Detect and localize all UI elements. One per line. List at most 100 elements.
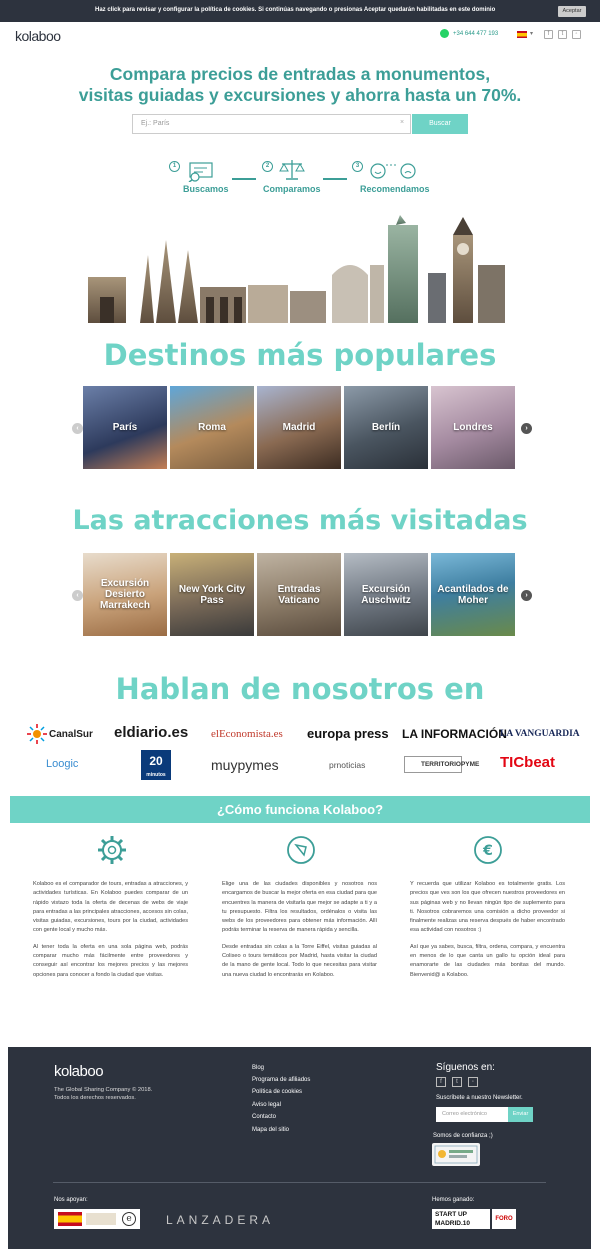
how-column-3: Y recuerda que utilizar Kolaboo es total… — [410, 880, 565, 987]
carousel-prev-button[interactable]: ‹ — [72, 590, 83, 601]
cookie-text: Haz click para revisar y configurar la p… — [95, 7, 496, 13]
how-column-1: Kolaboo es el comparador de tours, entra… — [33, 880, 188, 987]
phone-number: +34 644 477 193 — [453, 30, 499, 37]
site-logo[interactable]: kolaboo — [15, 28, 61, 44]
canalsur-logo-icon — [27, 724, 47, 744]
attraction-label: Excursión Auschwitz — [361, 583, 411, 606]
footer-copyright: The Global Sharing Company © 2018. Todos… — [54, 1086, 184, 1102]
destination-label: París — [112, 422, 138, 433]
footer-link-legal[interactable]: Aviso legal — [252, 1102, 281, 1108]
hero-title-line1: Compara precios de entradas a monumentos… — [109, 64, 491, 84]
search-button[interactable]: Buscar — [412, 114, 468, 134]
twitter-icon[interactable]: t — [558, 30, 567, 39]
trust-seal-icon[interactable] — [432, 1143, 480, 1166]
attractions-title: Las atracciones más visitadas — [72, 505, 528, 536]
press-logo-ticbeat: TICbeat — [500, 754, 556, 771]
step-label: Buscamos — [183, 184, 229, 194]
svg-text:€: € — [482, 843, 493, 859]
step-number: 1 — [169, 161, 180, 172]
attraction-card-vaticano[interactable]: Entradas Vaticano — [257, 553, 341, 636]
destination-label: Londres — [453, 422, 493, 433]
attraction-label: New York City Pass — [178, 583, 246, 606]
footer-link-cookies[interactable]: Política de cookies — [252, 1089, 302, 1095]
recommend-icon — [370, 163, 416, 179]
press-logo-20minutos-sub: minutos — [146, 772, 166, 778]
euro-icon: € — [474, 836, 502, 864]
how-it-works-banner: ¿Cómo funciona Kolaboo? — [10, 796, 590, 823]
awards-label: Hemos ganado: — [432, 1197, 475, 1203]
carousel-prev-button[interactable]: ‹ — [72, 423, 83, 434]
facebook-icon[interactable]: f — [436, 1077, 446, 1087]
press-logo-muypymes: muypymes — [211, 757, 279, 773]
foro-logo: FORO — [492, 1209, 516, 1229]
footer-link-blog[interactable]: Blog — [252, 1065, 264, 1071]
press-logo-europapress: europa press — [307, 726, 389, 741]
destination-card-londres[interactable]: Londres — [431, 386, 515, 469]
destination-card-roma[interactable]: Roma — [170, 386, 254, 469]
language-caret-icon[interactable]: ▾ — [530, 30, 533, 37]
lanzadera-logo: LANZADERA — [166, 1213, 275, 1227]
scales-icon — [279, 160, 305, 180]
step-label: Recomendamos — [360, 184, 430, 194]
startup-madrid-logo: START UP MADRID.10 — [432, 1209, 490, 1229]
facebook-icon[interactable]: f — [544, 30, 553, 39]
destinations-title: Destinos más populares — [103, 338, 497, 372]
step-number: 2 — [262, 161, 273, 172]
how-column-2: Elige una de las ciudades disponibles y … — [222, 880, 377, 987]
whatsapp-icon — [440, 29, 449, 38]
footer-copyright-line2: Todos los derechos reservados. — [54, 1095, 136, 1101]
attraction-card-moher[interactable]: Acantilados de Moher — [431, 553, 515, 636]
step-number: 3 — [352, 161, 363, 172]
search-doc-icon — [188, 162, 213, 182]
hero-title: Compara precios de entradas a monumentos… — [0, 64, 600, 106]
attraction-label: Entradas Vaticano — [277, 583, 321, 606]
attraction-card-auschwitz[interactable]: Excursión Auschwitz — [344, 553, 428, 636]
footer-logo[interactable]: kolaboo — [54, 1063, 104, 1080]
compass-icon — [287, 836, 315, 864]
instagram-icon[interactable]: ◦ — [572, 30, 581, 39]
attraction-label: Excursión Desierto Marrakech — [99, 578, 151, 611]
destination-card-madrid[interactable]: Madrid — [257, 386, 341, 469]
follow-us-heading: Síguenos en: — [436, 1062, 495, 1073]
footer-link-sitemap[interactable]: Mapa del sitio — [252, 1127, 289, 1133]
press-logo-lainformacion: LA INFORMACIÓN — [402, 727, 507, 741]
hero-title-line2: visitas guiadas y excursiones y ahorra h… — [78, 85, 522, 105]
destination-card-berlin[interactable]: Berlín — [344, 386, 428, 469]
press-logo-eleconomista: elEconomista.es — [211, 728, 283, 740]
footer-divider — [53, 1182, 546, 1183]
carousel-next-button[interactable]: › — [521, 590, 532, 601]
monuments-skyline-illustration — [88, 215, 505, 323]
step-label: Comparamos — [263, 184, 321, 194]
search-input[interactable]: Ej.: París — [132, 114, 411, 134]
step-connector — [323, 178, 347, 180]
press-logo-canalsur: CanalSur — [49, 729, 93, 740]
cookie-bar: Haz click para revisar y configurar la p… — [0, 0, 600, 22]
footer-link-affiliates[interactable]: Programa de afiliados — [252, 1077, 310, 1083]
instagram-icon[interactable]: ◦ — [468, 1077, 478, 1087]
twitter-icon[interactable]: t — [452, 1077, 462, 1087]
press-logo-loogic: Loogic — [46, 758, 79, 770]
attraction-card-marrakech[interactable]: Excursión Desierto Marrakech — [83, 553, 167, 636]
how-paragraph: Kolaboo es el comparador de tours, entra… — [33, 881, 188, 934]
press-logo-territoriopyme: TERRITORIOPYME — [404, 756, 479, 773]
cookie-accept-button[interactable]: Aceptar — [558, 6, 586, 17]
destination-label: Berlín — [371, 422, 401, 433]
destination-label: Roma — [198, 422, 226, 433]
press-logo-prnoticias: prnoticias — [329, 760, 366, 770]
destination-card-paris[interactable]: París — [83, 386, 167, 469]
phone-contact[interactable]: +34 644 477 193 — [440, 29, 498, 38]
attraction-label: Acantilados de Moher — [437, 583, 509, 606]
how-paragraph: Desde entradas sin colas a la Torre Eiff… — [222, 943, 377, 978]
attraction-card-new-york[interactable]: New York City Pass — [170, 553, 254, 636]
newsletter-send-button[interactable]: Enviar — [508, 1107, 533, 1122]
clear-icon[interactable]: × — [400, 119, 404, 126]
footer-link-contact[interactable]: Contacto — [252, 1114, 276, 1120]
press-logo-eldiario: eldiario.es — [114, 724, 189, 741]
carousel-next-button[interactable]: › — [521, 423, 532, 434]
gear-icon — [98, 836, 126, 864]
trust-label: Somos de confianza ;) — [433, 1133, 493, 1139]
how-paragraph: Y recuerda que utilizar Kolaboo es total… — [410, 881, 565, 934]
how-paragraph: Elige una de las ciudades disponibles y … — [222, 881, 377, 934]
newsletter-email-input[interactable]: Correo electrónico — [436, 1107, 508, 1122]
spain-flag-icon[interactable] — [517, 31, 527, 38]
